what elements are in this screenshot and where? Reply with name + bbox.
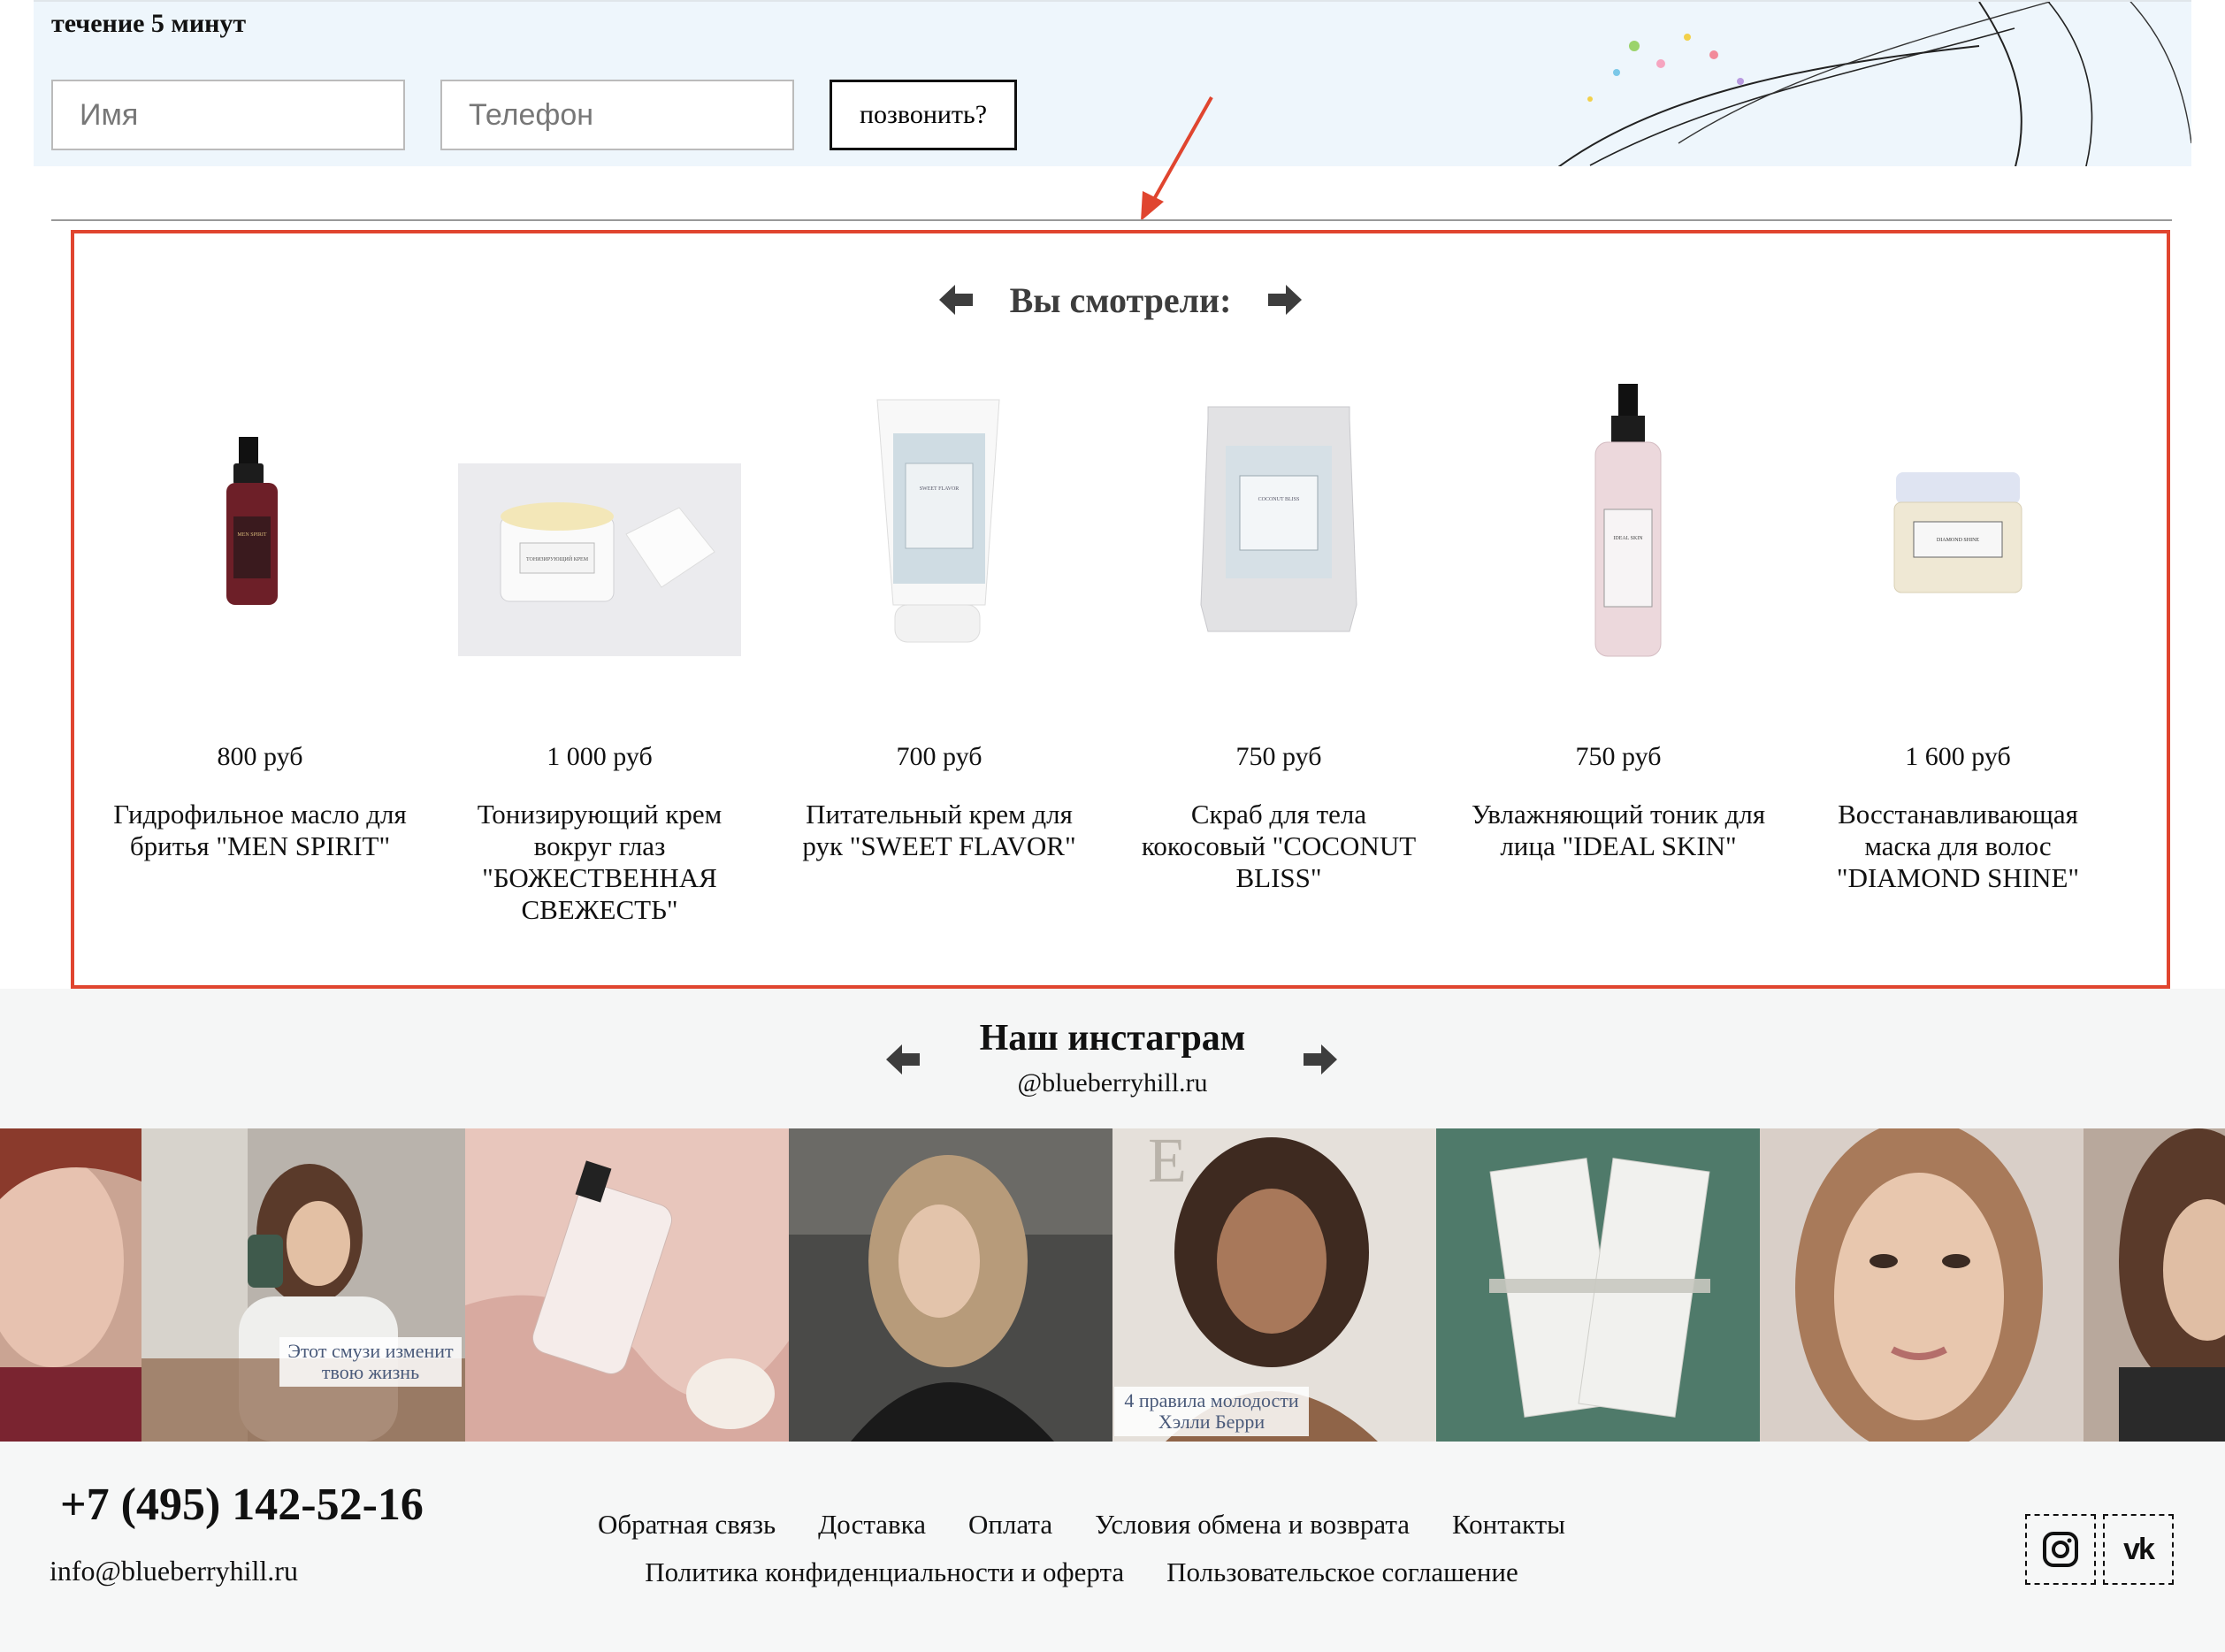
product-name[interactable]: Гидрофильное масло для бритья "MEN SPIRI…: [110, 799, 410, 862]
product-image-hair-mask-jar[interactable]: DIAMOND SHINE: [1808, 384, 2108, 702]
product-label-text: ТОНИЗИРУЮЩИЙ КРЕМ: [526, 555, 589, 562]
photo-woman-drinking: [141, 1128, 465, 1442]
phone-input[interactable]: [440, 80, 794, 150]
product-image-scrub-pouch[interactable]: COCONUT BLISS: [1128, 384, 1429, 702]
product-name[interactable]: Увлажняющий тоник для лица "IDEAL SKIN": [1468, 799, 1769, 862]
product-label-text: MEN SPIRIT: [237, 532, 267, 538]
product-card[interactable]: DIAMOND SHINE 1 600 руб Восстанавливающа…: [1808, 384, 2108, 926]
instagram-icon: [2043, 1532, 2078, 1567]
product-label-text: COCONUT BLISS: [1258, 497, 1300, 502]
photo-gift-boxes[interactable]: [1436, 1128, 1760, 1442]
vk-icon: vk: [2123, 1532, 2155, 1566]
footer: +7 (495) 142-52-16 info@blueberryhill.ru…: [0, 1442, 2225, 1652]
link-payment[interactable]: Оплата: [968, 1509, 1052, 1541]
arrow-right-icon[interactable]: [1265, 279, 1305, 320]
photo-caption: 4 правила молодости Хэлли Берри: [1114, 1387, 1309, 1436]
instagram-photo[interactable]: E 4 правила молодости Хэлли Берри: [1112, 1128, 1436, 1442]
link-delivery[interactable]: Доставка: [818, 1509, 926, 1541]
product-price: 800 руб: [217, 742, 303, 771]
product-label-text: SWEET FLAVOR: [920, 486, 960, 492]
link-feedback[interactable]: Обратная связь: [598, 1509, 776, 1541]
photo-woman-portrait[interactable]: [1760, 1128, 2084, 1442]
viewed-header: Вы смотрели:: [74, 269, 2167, 331]
instagram-photo[interactable]: [2084, 1128, 2225, 1442]
callback-text: течение 5 минут: [51, 9, 247, 38]
decorative-illustration: [1557, 2, 2191, 166]
product-card[interactable]: COCONUT BLISS 750 руб Скраб для тела кок…: [1128, 384, 1429, 926]
instagram-button[interactable]: [2025, 1514, 2096, 1585]
photo-caption: Этот смузи изменит твою жизнь: [279, 1337, 462, 1387]
product-label-text: IDEAL SKIN: [1613, 536, 1643, 541]
product-name[interactable]: Скраб для тела кокосовый "COCONUT BLISS": [1128, 799, 1429, 894]
section-divider: [51, 219, 2172, 221]
vk-button[interactable]: vk: [2103, 1514, 2174, 1585]
product-name[interactable]: Восстанавливающая маска для волос "DIAMO…: [1808, 799, 2108, 894]
instagram-photo[interactable]: Этот смузи изменит твою жизнь: [141, 1128, 465, 1442]
link-privacy-policy[interactable]: Политика конфиденциальности и оферта: [645, 1556, 1124, 1588]
product-card[interactable]: ТОНИЗИРУЮЩИЙ КРЕМ 1 000 руб Тонизирующий…: [449, 384, 750, 926]
product-price: 1 000 руб: [547, 742, 653, 771]
annotation-arrow: [1141, 96, 1213, 221]
name-input[interactable]: [51, 80, 405, 150]
product-image-tonic-bottle[interactable]: IDEAL SKIN: [1468, 384, 1769, 702]
product-label-text: DIAMOND SHINE: [1937, 538, 1979, 543]
instagram-title: Наш инстаграм: [979, 1018, 1246, 1059]
viewed-products-section: Вы смотрели: MEN SPIRIT 800 руб Гидрофил…: [71, 230, 2170, 989]
call-me-button[interactable]: позвонить?: [830, 80, 1017, 150]
magazine-letter: E: [1148, 1128, 1187, 1196]
viewed-title: Вы смотрели:: [1009, 279, 1232, 320]
product-price: 750 руб: [1235, 742, 1322, 771]
product-image-hand-cream-tube[interactable]: SWEET FLAVOR: [789, 384, 1090, 702]
instagram-photo[interactable]: [0, 1128, 141, 1442]
instagram-handle[interactable]: @blueberryhill.ru: [0, 1068, 2225, 1098]
photo-blonde-woman[interactable]: [789, 1128, 1112, 1442]
product-card[interactable]: MEN SPIRIT 800 руб Гидрофильное масло дл…: [110, 384, 410, 926]
product-price: 700 руб: [896, 742, 983, 771]
product-card[interactable]: IDEAL SKIN 750 руб Увлажняющий тоник для…: [1468, 384, 1769, 926]
product-name[interactable]: Тонизирующий крем вокруг глаз "БОЖЕСТВЕН…: [449, 799, 750, 926]
link-returns[interactable]: Условия обмена и возврата: [1095, 1509, 1410, 1541]
product-image-cream-jar[interactable]: ТОНИЗИРУЮЩИЙ КРЕМ: [449, 384, 750, 702]
product-image-oil-bottle[interactable]: MEN SPIRIT: [110, 384, 410, 702]
product-list: MEN SPIRIT 800 руб Гидрофильное масло дл…: [110, 384, 2108, 926]
product-price: 750 руб: [1575, 742, 1662, 771]
footer-nav-row2: Политика конфиденциальности и оферта Пол…: [0, 1556, 2225, 1588]
instagram-section: [0, 989, 2225, 1130]
arrow-left-icon[interactable]: [936, 279, 976, 320]
product-price: 1 600 руб: [1905, 742, 2011, 771]
footer-nav-row1: Обратная связь Доставка Оплата Условия о…: [0, 1509, 2225, 1541]
product-card[interactable]: SWEET FLAVOR 700 руб Питательный крем дл…: [789, 384, 1090, 926]
product-name[interactable]: Питательный крем для рук "SWEET FLAVOR": [789, 799, 1090, 862]
link-contacts[interactable]: Контакты: [1452, 1509, 1565, 1541]
instagram-gallery: Этот смузи изменит твою жизнь E 4 правил…: [0, 1128, 2225, 1442]
callback-section: течение 5 минут позвонить?: [34, 0, 2191, 166]
link-user-agreement[interactable]: Пользовательское соглашение: [1166, 1556, 1518, 1588]
photo-oil-bottle-flatlay[interactable]: [465, 1128, 789, 1442]
